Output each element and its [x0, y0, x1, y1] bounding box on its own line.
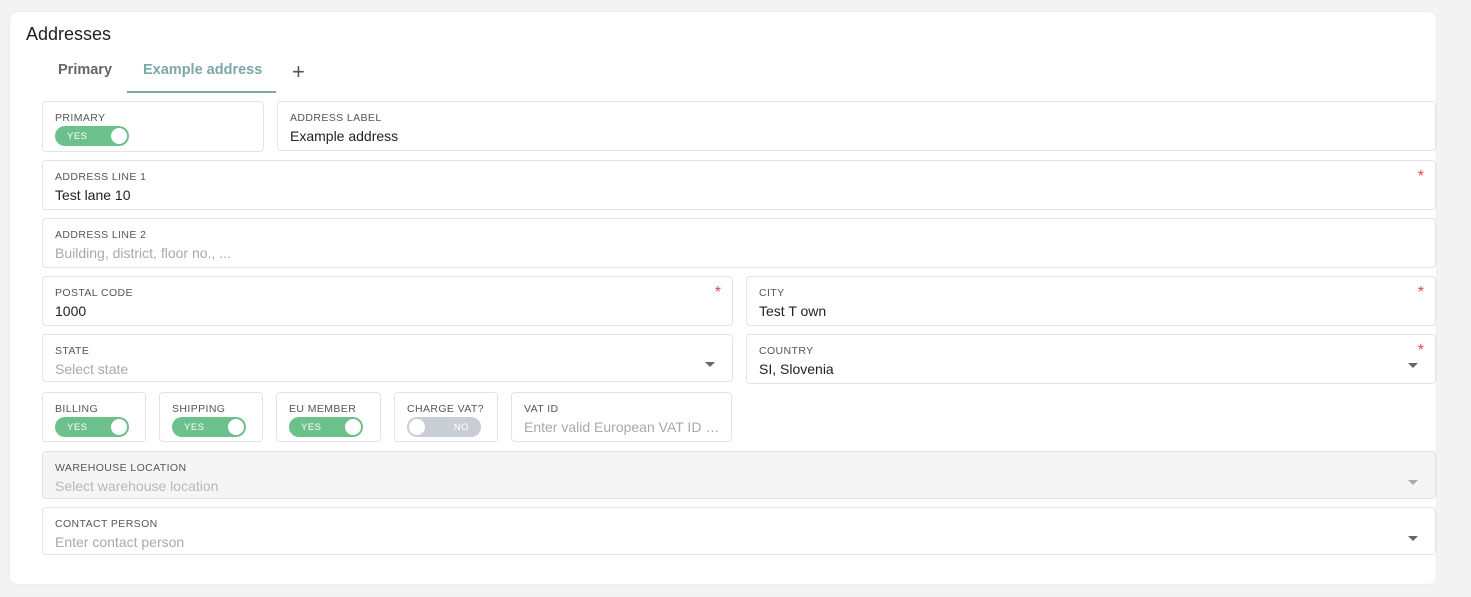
billing-label: BILLING: [55, 403, 99, 415]
active-tab-indicator: [127, 91, 276, 93]
warehouse-location-value: Select warehouse location: [55, 478, 219, 494]
toggle-knob: [111, 128, 127, 144]
address-line2-field[interactable]: ADDRESS LINE 2 Building, district, floor…: [42, 218, 1436, 268]
primary-toggle[interactable]: YES: [55, 126, 129, 146]
tab-primary[interactable]: Primary: [58, 62, 112, 78]
contact-person-label: CONTACT PERSON: [55, 518, 158, 530]
address-line2-label: ADDRESS LINE 2: [55, 229, 147, 241]
shipping-toggle-text: YES: [184, 422, 205, 433]
shipping-field: SHIPPING YES: [159, 392, 263, 442]
vat-id-label: VAT ID: [524, 403, 559, 415]
eu-member-field: EU MEMBER YES: [276, 392, 381, 442]
state-select[interactable]: STATE Select state: [42, 334, 733, 382]
city-field[interactable]: CITY Test T own *: [746, 276, 1436, 326]
required-mark: *: [1417, 342, 1424, 359]
required-mark: *: [1417, 168, 1424, 185]
contact-person-select[interactable]: CONTACT PERSON Enter contact person: [42, 507, 1436, 555]
billing-field: BILLING YES: [42, 392, 146, 442]
state-label: STATE: [55, 345, 90, 357]
address-label-label: ADDRESS LABEL: [290, 112, 382, 124]
contact-person-value[interactable]: Enter contact person: [55, 534, 184, 550]
eu-member-toggle-text: YES: [301, 422, 322, 433]
section-title: Addresses: [26, 24, 112, 44]
shipping-toggle[interactable]: YES: [172, 417, 246, 437]
address-label-input[interactable]: Example address: [290, 128, 398, 144]
address-line1-label: ADDRESS LINE 1: [55, 171, 147, 183]
tab-example-address[interactable]: Example address: [143, 62, 262, 78]
country-select[interactable]: COUNTRY SI, Slovenia *: [746, 334, 1436, 384]
eu-member-label: EU MEMBER: [289, 403, 357, 415]
billing-toggle-text: YES: [67, 422, 88, 433]
charge-vat-field: CHARGE VAT? NO: [394, 392, 498, 442]
postal-code-field[interactable]: POSTAL CODE 1000 *: [42, 276, 733, 326]
warehouse-location-select: WAREHOUSE LOCATION Select warehouse loca…: [42, 451, 1436, 499]
address-label-field[interactable]: ADDRESS LABEL Example address: [277, 101, 1436, 151]
vat-id-field[interactable]: VAT ID Enter valid European VAT ID n...: [511, 392, 732, 442]
address-line1-field[interactable]: ADDRESS LINE 1 Test lane 10 *: [42, 160, 1436, 210]
shipping-label: SHIPPING: [172, 403, 226, 415]
required-mark: *: [714, 284, 721, 301]
postal-code-label: POSTAL CODE: [55, 287, 133, 299]
toggle-knob: [111, 419, 127, 435]
postal-code-input[interactable]: 1000: [55, 303, 86, 319]
plus-icon[interactable]: +: [292, 61, 305, 83]
billing-toggle[interactable]: YES: [55, 417, 129, 437]
primary-toggle-text: YES: [67, 131, 88, 142]
warehouse-location-label: WAREHOUSE LOCATION: [55, 462, 187, 474]
caret-down-icon[interactable]: [1408, 363, 1418, 368]
toggle-knob: [409, 419, 425, 435]
eu-member-toggle[interactable]: YES: [289, 417, 363, 437]
vat-id-input[interactable]: Enter valid European VAT ID n...: [524, 419, 724, 435]
toggle-knob: [228, 419, 244, 435]
required-mark: *: [1417, 284, 1424, 301]
charge-vat-label: CHARGE VAT?: [407, 403, 484, 415]
city-label: CITY: [759, 287, 785, 299]
address-line1-input[interactable]: Test lane 10: [55, 187, 131, 203]
primary-label: PRIMARY: [55, 112, 106, 124]
charge-vat-toggle[interactable]: NO: [407, 417, 481, 437]
country-value[interactable]: SI, Slovenia: [759, 361, 834, 377]
caret-down-icon[interactable]: [705, 362, 715, 367]
primary-field: PRIMARY YES: [42, 101, 264, 152]
address-line2-input[interactable]: Building, district, floor no., ...: [55, 245, 231, 261]
country-label: COUNTRY: [759, 345, 814, 357]
caret-down-icon: [1408, 480, 1418, 485]
caret-down-icon[interactable]: [1408, 536, 1418, 541]
city-input[interactable]: Test T own: [759, 303, 826, 319]
charge-vat-toggle-text: NO: [453, 422, 469, 433]
addresses-card: Addresses Primary Example address + PRIM…: [10, 12, 1436, 584]
toggle-knob: [345, 419, 361, 435]
state-value[interactable]: Select state: [55, 361, 128, 377]
